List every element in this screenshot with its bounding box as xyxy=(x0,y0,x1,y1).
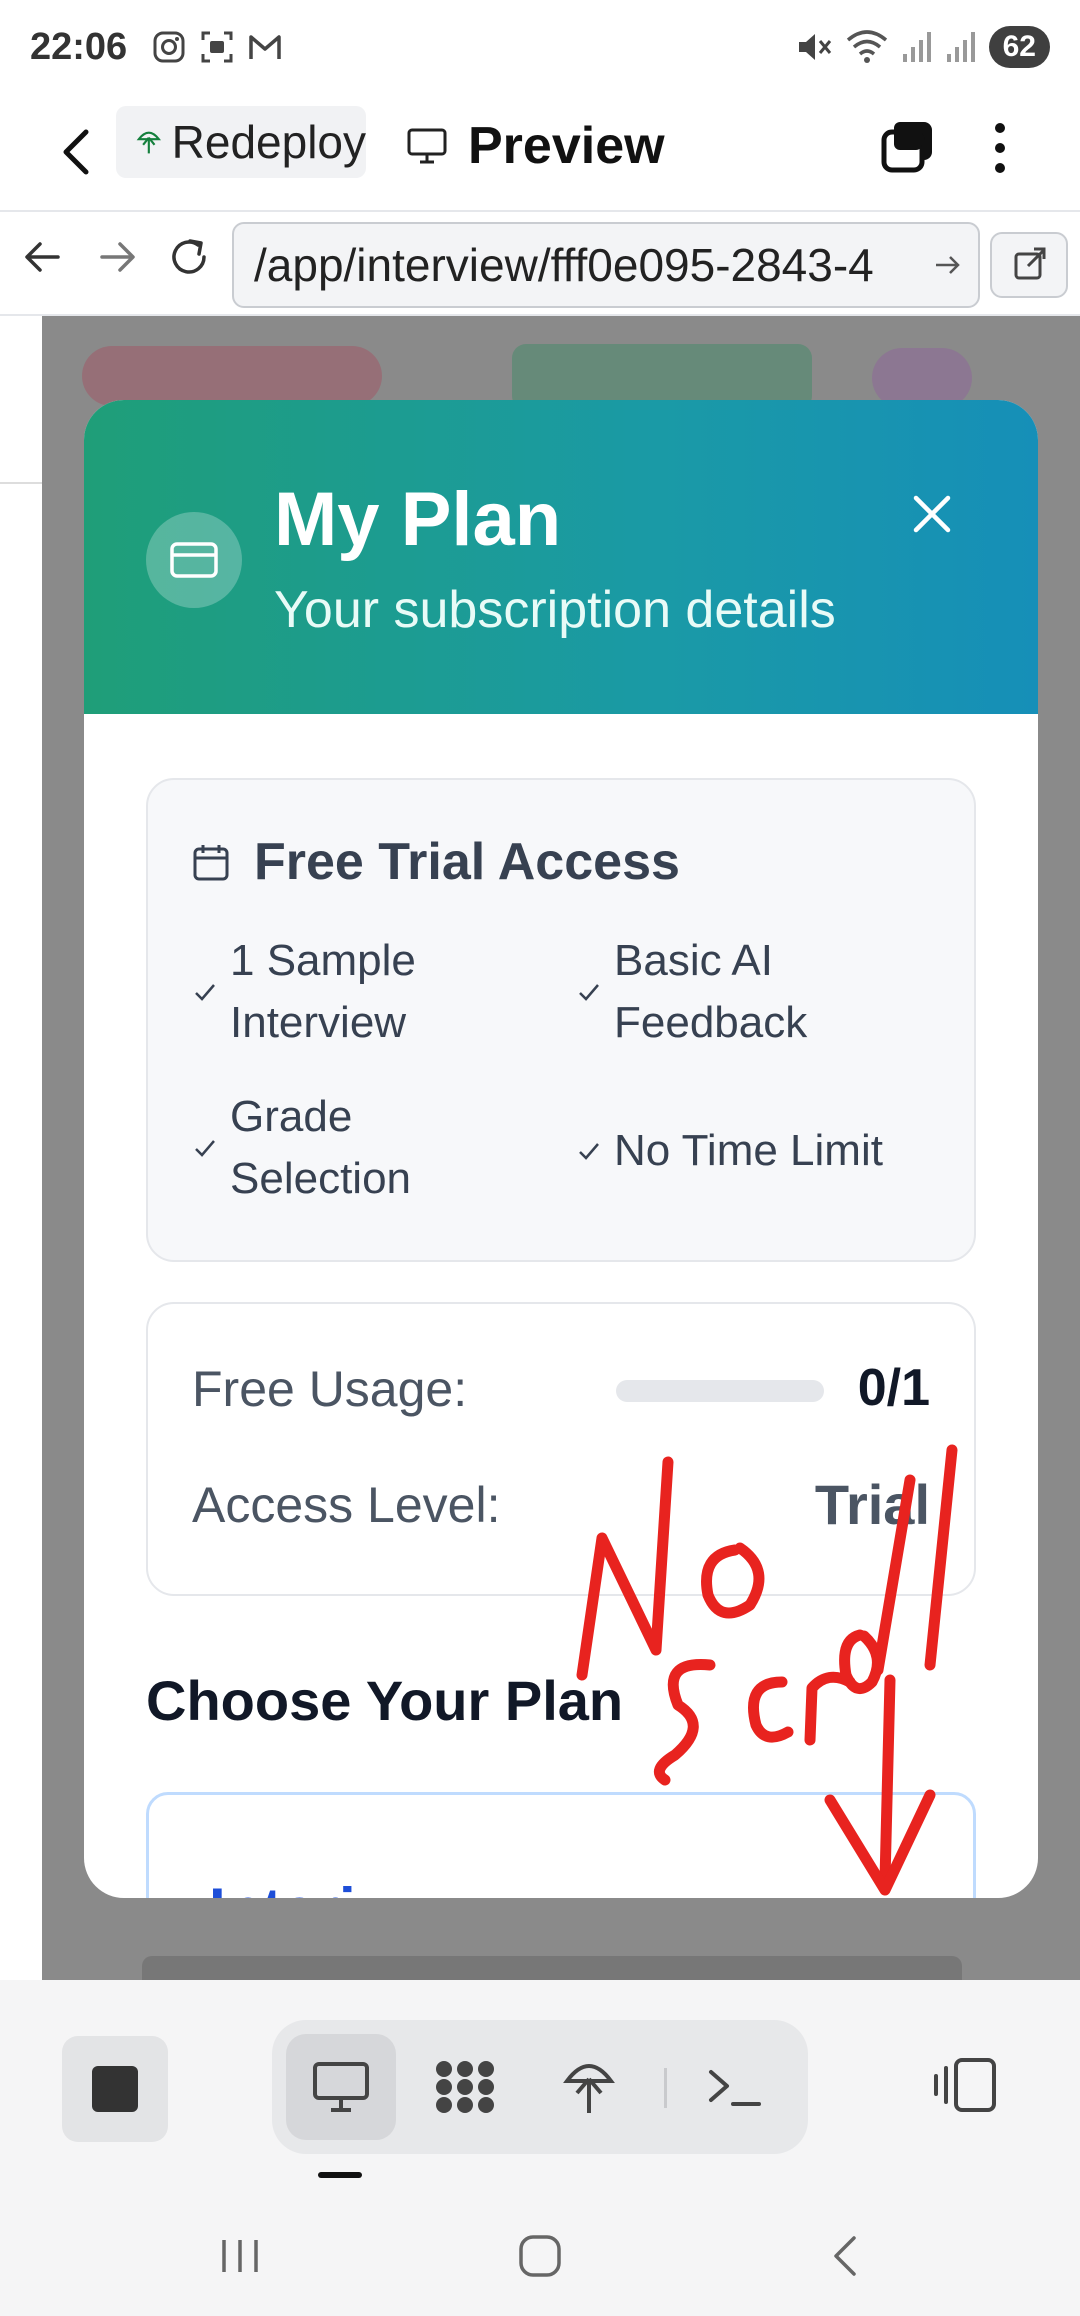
signal-icon xyxy=(902,32,931,62)
home-icon[interactable] xyxy=(516,2232,564,2280)
feature-item: Grade Selection xyxy=(192,1086,532,1210)
status-time: 22:06 xyxy=(30,26,128,68)
check-icon xyxy=(579,1143,599,1160)
blurred-avatar xyxy=(872,348,972,408)
check-icon xyxy=(195,1140,215,1157)
free-trial-card: Free Trial Access 1 Sample Interview Bas… xyxy=(146,778,976,1262)
split-view-icon[interactable] xyxy=(930,2040,1000,2130)
check-icon xyxy=(579,984,599,1001)
monitor-icon xyxy=(407,128,447,164)
external-link-icon xyxy=(1014,247,1046,280)
free-usage-label: Free Usage: xyxy=(192,1361,468,1417)
recents-icon[interactable] xyxy=(218,2234,262,2278)
tab-redeploy-label: Redeploy xyxy=(171,116,366,168)
plan-option-title: Interi xyxy=(209,1875,356,1898)
trial-card-title-text: Free Trial Access xyxy=(254,833,680,891)
blurred-text xyxy=(142,1956,962,1980)
signal-icon xyxy=(946,32,975,62)
terminal-mode-button[interactable] xyxy=(680,2034,790,2140)
wifi-icon xyxy=(846,30,887,63)
active-tab-indicator xyxy=(318,2172,362,2178)
feature-text: Grade Selection xyxy=(230,1092,412,1203)
system-navigation-bar xyxy=(0,2200,1080,2316)
modal-title: My Plan xyxy=(274,477,562,562)
credit-card-icon xyxy=(146,512,242,608)
feature-text: Basic AI Feedback xyxy=(614,936,808,1047)
monitor-icon xyxy=(313,2062,369,2112)
terminal-icon xyxy=(709,2070,761,2106)
trial-card-title: Free Trial Access xyxy=(192,832,680,892)
app-tabs-bar: Redeploy Preview xyxy=(0,96,1080,212)
apps-mode-button[interactable] xyxy=(410,2034,520,2140)
url-field[interactable]: /app/interview/fff0e095-2843-4 xyxy=(232,222,980,308)
more-options-icon[interactable] xyxy=(988,116,1012,180)
modal-subtitle: Your subscription details xyxy=(274,581,836,639)
tab-preview[interactable]: Preview xyxy=(406,110,665,182)
access-level-label: Access Level: xyxy=(192,1477,501,1533)
mute-icon xyxy=(798,34,831,60)
modal-header: My Plan Your subscription details xyxy=(84,400,1038,714)
browser-forward-icon[interactable] xyxy=(92,232,142,282)
blurred-logo xyxy=(82,346,382,406)
feature-text: No Time Limit xyxy=(614,1126,883,1175)
feature-item: 1 Sample Interview xyxy=(192,930,532,1054)
back-arrow-icon[interactable] xyxy=(56,120,96,184)
check-icon xyxy=(195,984,215,1001)
grid-apps-icon xyxy=(436,2061,494,2113)
usage-card: Free Usage: 0/1 Access Level: Trial xyxy=(146,1302,976,1596)
access-level-value: Trial xyxy=(814,1473,930,1536)
deploy-mode-button[interactable] xyxy=(534,2034,644,2140)
close-icon[interactable] xyxy=(904,486,960,542)
my-plan-modal: My Plan Your subscription details Free T… xyxy=(84,400,1038,1898)
free-usage-value: 0/1 xyxy=(857,1359,930,1417)
browser-back-icon[interactable] xyxy=(18,232,68,282)
status-bar: 22:06 62 xyxy=(0,0,1080,96)
plan-option-card[interactable]: Interi xyxy=(146,1792,976,1898)
mode-switcher xyxy=(272,2020,808,2154)
gmail-icon xyxy=(248,30,282,64)
divider xyxy=(664,2068,667,2108)
browser-address-bar: /app/interview/fff0e095-2843-4 xyxy=(0,212,1080,316)
reload-icon[interactable] xyxy=(164,232,214,282)
page-edge xyxy=(0,316,42,484)
deploy-icon xyxy=(563,2064,615,2113)
desktop-mode-button[interactable] xyxy=(286,2034,396,2140)
calendar-icon xyxy=(193,845,229,881)
system-icons: 62 xyxy=(795,26,1050,68)
go-arrow-icon[interactable] xyxy=(932,250,962,280)
choose-plan-heading: Choose Your Plan xyxy=(146,1669,624,1732)
instagram-icon xyxy=(152,30,186,64)
screenshot-icon xyxy=(200,30,234,64)
deploy-icon xyxy=(136,131,161,154)
open-external-button[interactable] xyxy=(990,232,1068,298)
tab-preview-label: Preview xyxy=(468,117,665,175)
stop-icon xyxy=(92,2066,138,2112)
feature-text: 1 Sample Interview xyxy=(230,936,416,1047)
battery-indicator: 62 xyxy=(988,26,1050,68)
tabs-switcher-icon[interactable] xyxy=(880,118,936,174)
url-text: /app/interview/fff0e095-2843-4 xyxy=(254,239,874,291)
notification-icons xyxy=(152,30,282,64)
feature-item: No Time Limit xyxy=(576,1120,956,1182)
bottom-toolbar xyxy=(0,1980,1080,2200)
system-back-icon[interactable] xyxy=(824,2232,868,2280)
stop-button[interactable] xyxy=(62,2036,168,2142)
usage-progress-bar xyxy=(616,1380,824,1402)
feature-item: Basic AI Feedback xyxy=(576,930,916,1054)
tab-redeploy[interactable]: Redeploy xyxy=(116,106,366,178)
